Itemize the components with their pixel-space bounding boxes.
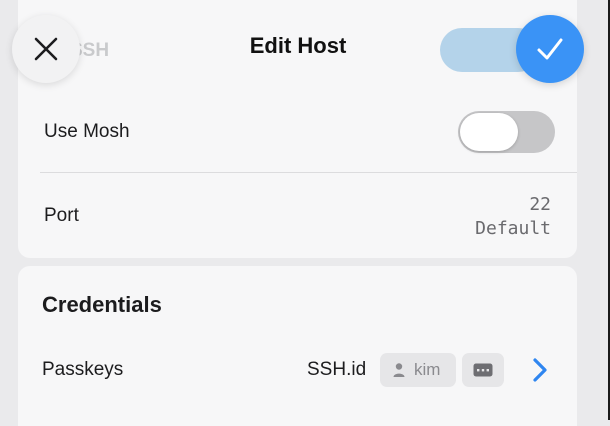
person-icon	[393, 363, 405, 377]
row-divider	[40, 172, 577, 173]
use-mosh-label: Use Mosh	[44, 121, 130, 142]
passkeys-disclosure-button[interactable]	[532, 357, 548, 388]
port-default-hint: Default	[475, 218, 551, 239]
key-chip	[462, 353, 504, 387]
checkmark-icon	[537, 38, 563, 60]
user-name: kim	[414, 360, 441, 379]
port-label: Port	[44, 205, 79, 226]
close-icon	[34, 37, 58, 61]
chevron-right-icon	[533, 358, 547, 382]
passkey-provider: SSH.id	[307, 359, 367, 380]
toggle-knob	[460, 113, 518, 151]
keyboard-icon	[473, 363, 493, 377]
confirm-button[interactable]	[516, 15, 584, 83]
use-mosh-toggle[interactable]	[458, 111, 555, 153]
port-value[interactable]: 22	[529, 194, 551, 215]
close-button[interactable]	[12, 15, 80, 83]
page-title: Edit Host	[249, 33, 347, 58]
credentials-card	[18, 266, 577, 426]
credentials-section-title: Credentials	[42, 292, 162, 317]
passkeys-label: Passkeys	[42, 359, 124, 380]
user-chip: kim	[380, 353, 456, 387]
